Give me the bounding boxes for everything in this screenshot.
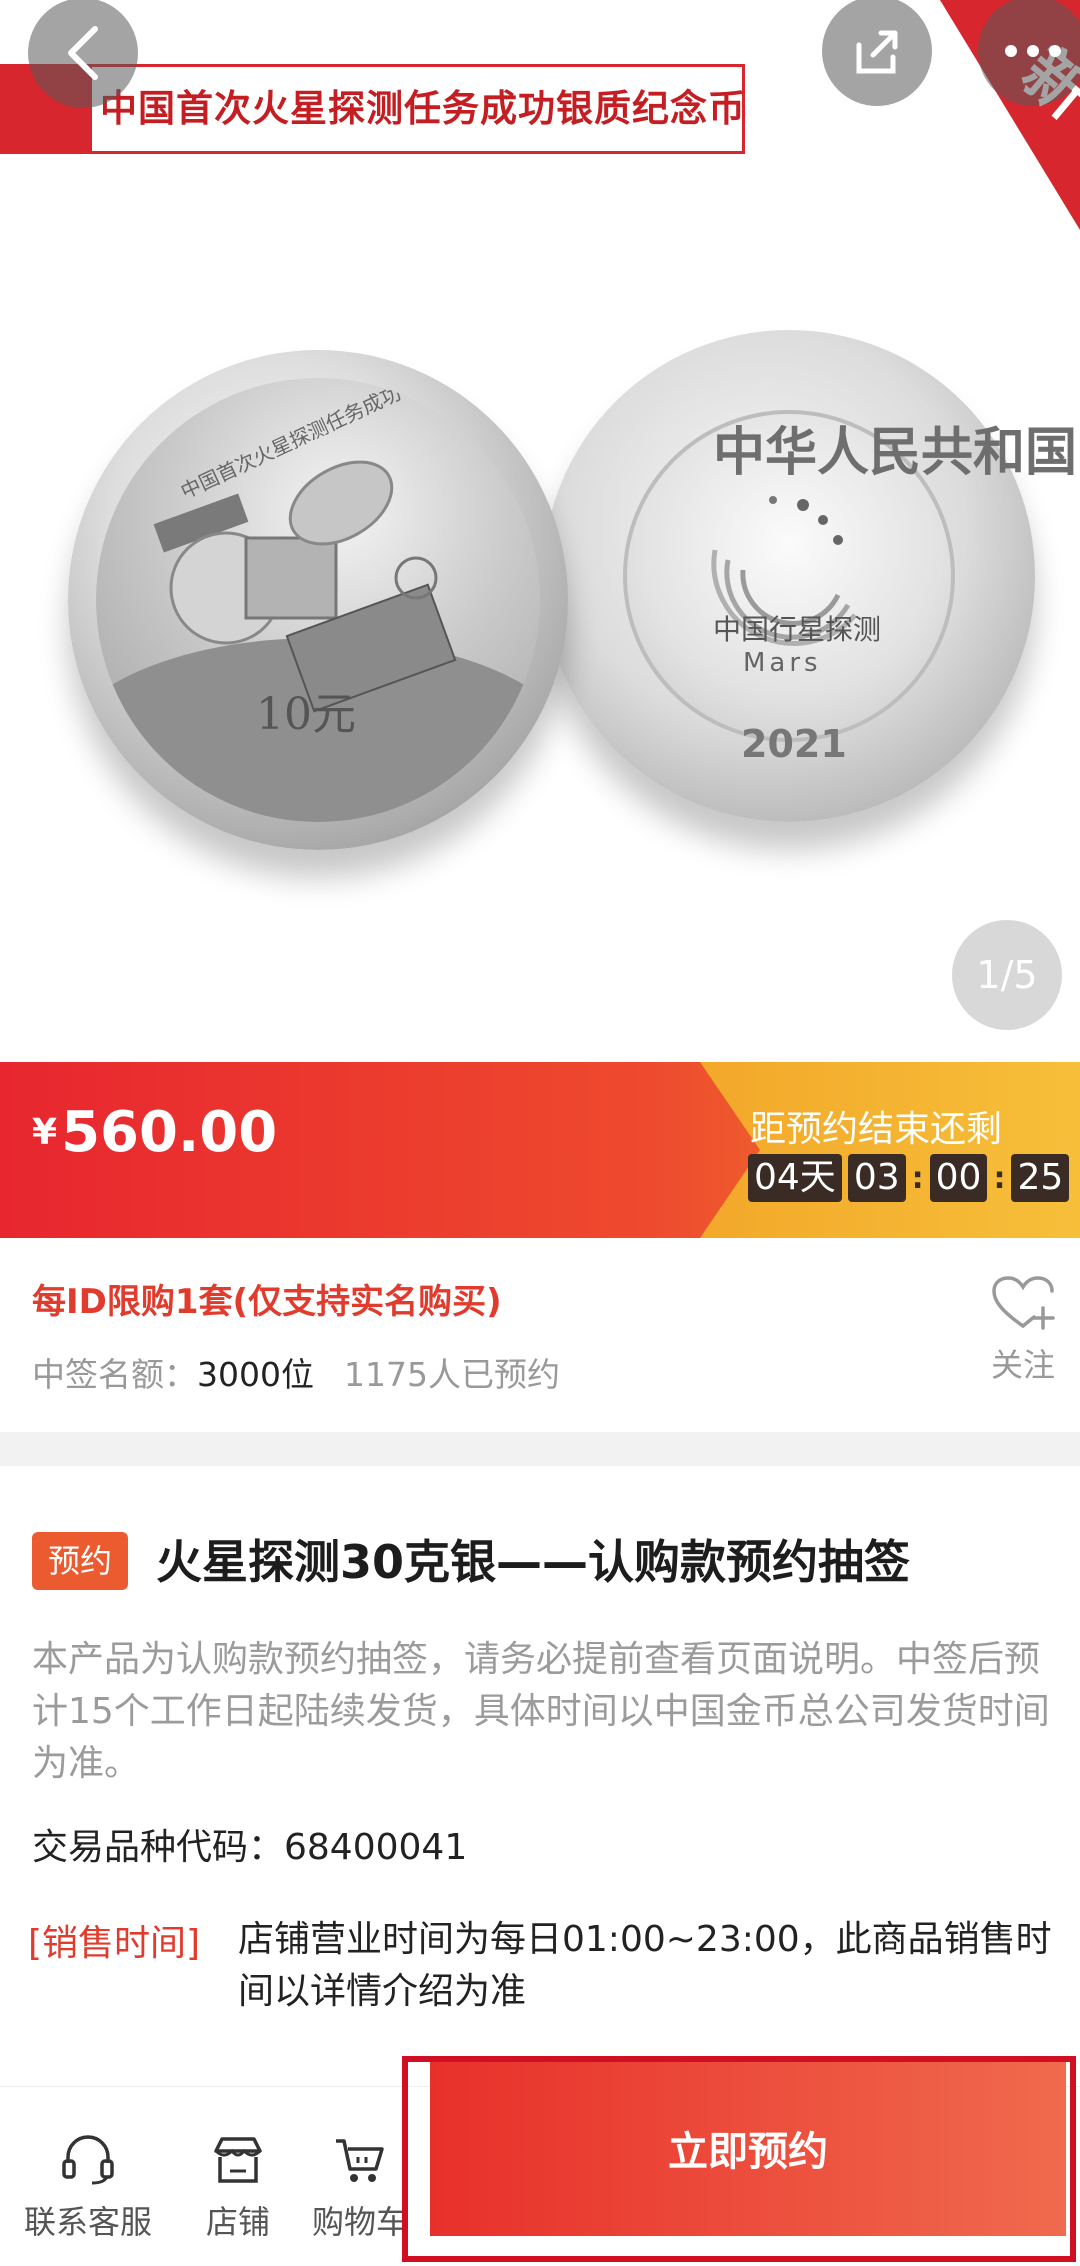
product-title: 火星探测30克银——认购款预约抽签 <box>156 1535 911 1589</box>
coin-reverse-image: 中华人民共和国 中国行星探测 Mars 2021 <box>543 330 1077 822</box>
countdown-separator: : <box>993 1160 1006 1196</box>
countdown-separator: : <box>911 1160 924 1196</box>
headset-icon <box>62 2135 114 2185</box>
store-icon <box>214 2137 262 2183</box>
cart-label: 购物车 <box>312 2203 409 2241</box>
purchase-info: 每ID限购1套(仅支持实名购买) 中签名额：3000位 1175人已预约 关注 <box>0 1238 1080 1432</box>
countdown-timer: 04天 03 : 00 : 25 <box>748 1154 1070 1202</box>
product-image-carousel[interactable]: 中国首次火星探测任务成功银质纪念币 新 <box>0 0 1080 1062</box>
coin-reverse-country: 中华人民共和国 <box>713 423 1078 483</box>
chevron-left-icon <box>68 26 98 80</box>
share-button[interactable] <box>822 0 932 106</box>
cart-icon <box>336 2139 384 2182</box>
purchase-limit: 每ID限购1套(仅支持实名购买) <box>32 1282 502 1322</box>
heart-plus-icon <box>992 1276 1055 1330</box>
countdown-hours: 03 <box>847 1154 906 1202</box>
countdown-seconds: 25 <box>1011 1154 1070 1202</box>
currency-symbol: ¥ <box>32 1112 58 1153</box>
quota-label: 中签名额： <box>32 1355 197 1394</box>
banner-title: 中国首次火星探测任务成功银质纪念币 <box>100 87 746 130</box>
back-button[interactable] <box>28 0 138 108</box>
quota-value: 3000位 <box>197 1355 314 1394</box>
section-divider <box>0 1432 1080 1466</box>
countdown-minutes: 00 <box>929 1154 988 1202</box>
cart-button[interactable]: 购物车 <box>312 2135 408 2243</box>
highlight-box <box>402 2056 1076 2262</box>
spacecraft-icon <box>96 460 540 822</box>
price-amount: 560.00 <box>61 1100 278 1165</box>
coin-reverse-year: 2021 <box>741 722 847 766</box>
reserved-count: 1175人已预约 <box>343 1355 560 1394</box>
coin-reverse-logo-text: 中国行星探测 <box>713 613 882 646</box>
coin-obverse-denomination: 10元 <box>256 689 356 740</box>
quota-line: 中签名额：3000位 1175人已预约 <box>32 1348 560 1396</box>
coin-obverse-center: 10元 中国首次火星探测任务成功·天问一号 <box>96 378 540 822</box>
product-details: 预约 火星探测30克银——认购款预约抽签 本产品为认购款预约抽签，请务必提前查看… <box>0 1466 1080 2086</box>
share-icon <box>856 30 898 74</box>
countdown-title: 距预约结束还剩 <box>750 1109 1003 1150</box>
sale-time-label: [销售时间] <box>28 1923 201 1964</box>
price-bar: ¥560.00 距预约结束还剩 04天 03 : 00 : 25 <box>0 1062 1080 1238</box>
follow-button[interactable]: 关注 <box>978 1274 1068 1386</box>
product-description: 本产品为认购款预约抽签，请务必提前查看页面说明。中签后预计15个工作日起陆续发货… <box>32 1639 1050 1784</box>
sale-time-text: 店铺营业时间为每日01:00~23:00，此商品销售时间以详情介绍为准 <box>238 1919 1052 2012</box>
follow-label: 关注 <box>990 1346 1055 1384</box>
reservation-tag: 预约 <box>32 1532 128 1590</box>
countdown-days: 04天 <box>748 1154 842 1202</box>
price: ¥560.00 <box>32 1100 277 1165</box>
coin-reverse-logo-en: Mars <box>743 648 822 678</box>
more-dots-icon <box>1005 45 1061 57</box>
coin-obverse-image: 10元 中国首次火星探测任务成功·天问一号 <box>68 350 568 850</box>
store-button[interactable]: 店铺 <box>206 2135 270 2243</box>
customer-service-button[interactable]: 联系客服 <box>24 2135 152 2243</box>
image-counter: 1/5 <box>952 920 1062 1030</box>
customer-service-label: 联系客服 <box>24 2203 153 2241</box>
store-label: 店铺 <box>206 2203 271 2241</box>
product-code: 交易品种代码：68400041 <box>32 1827 468 1868</box>
